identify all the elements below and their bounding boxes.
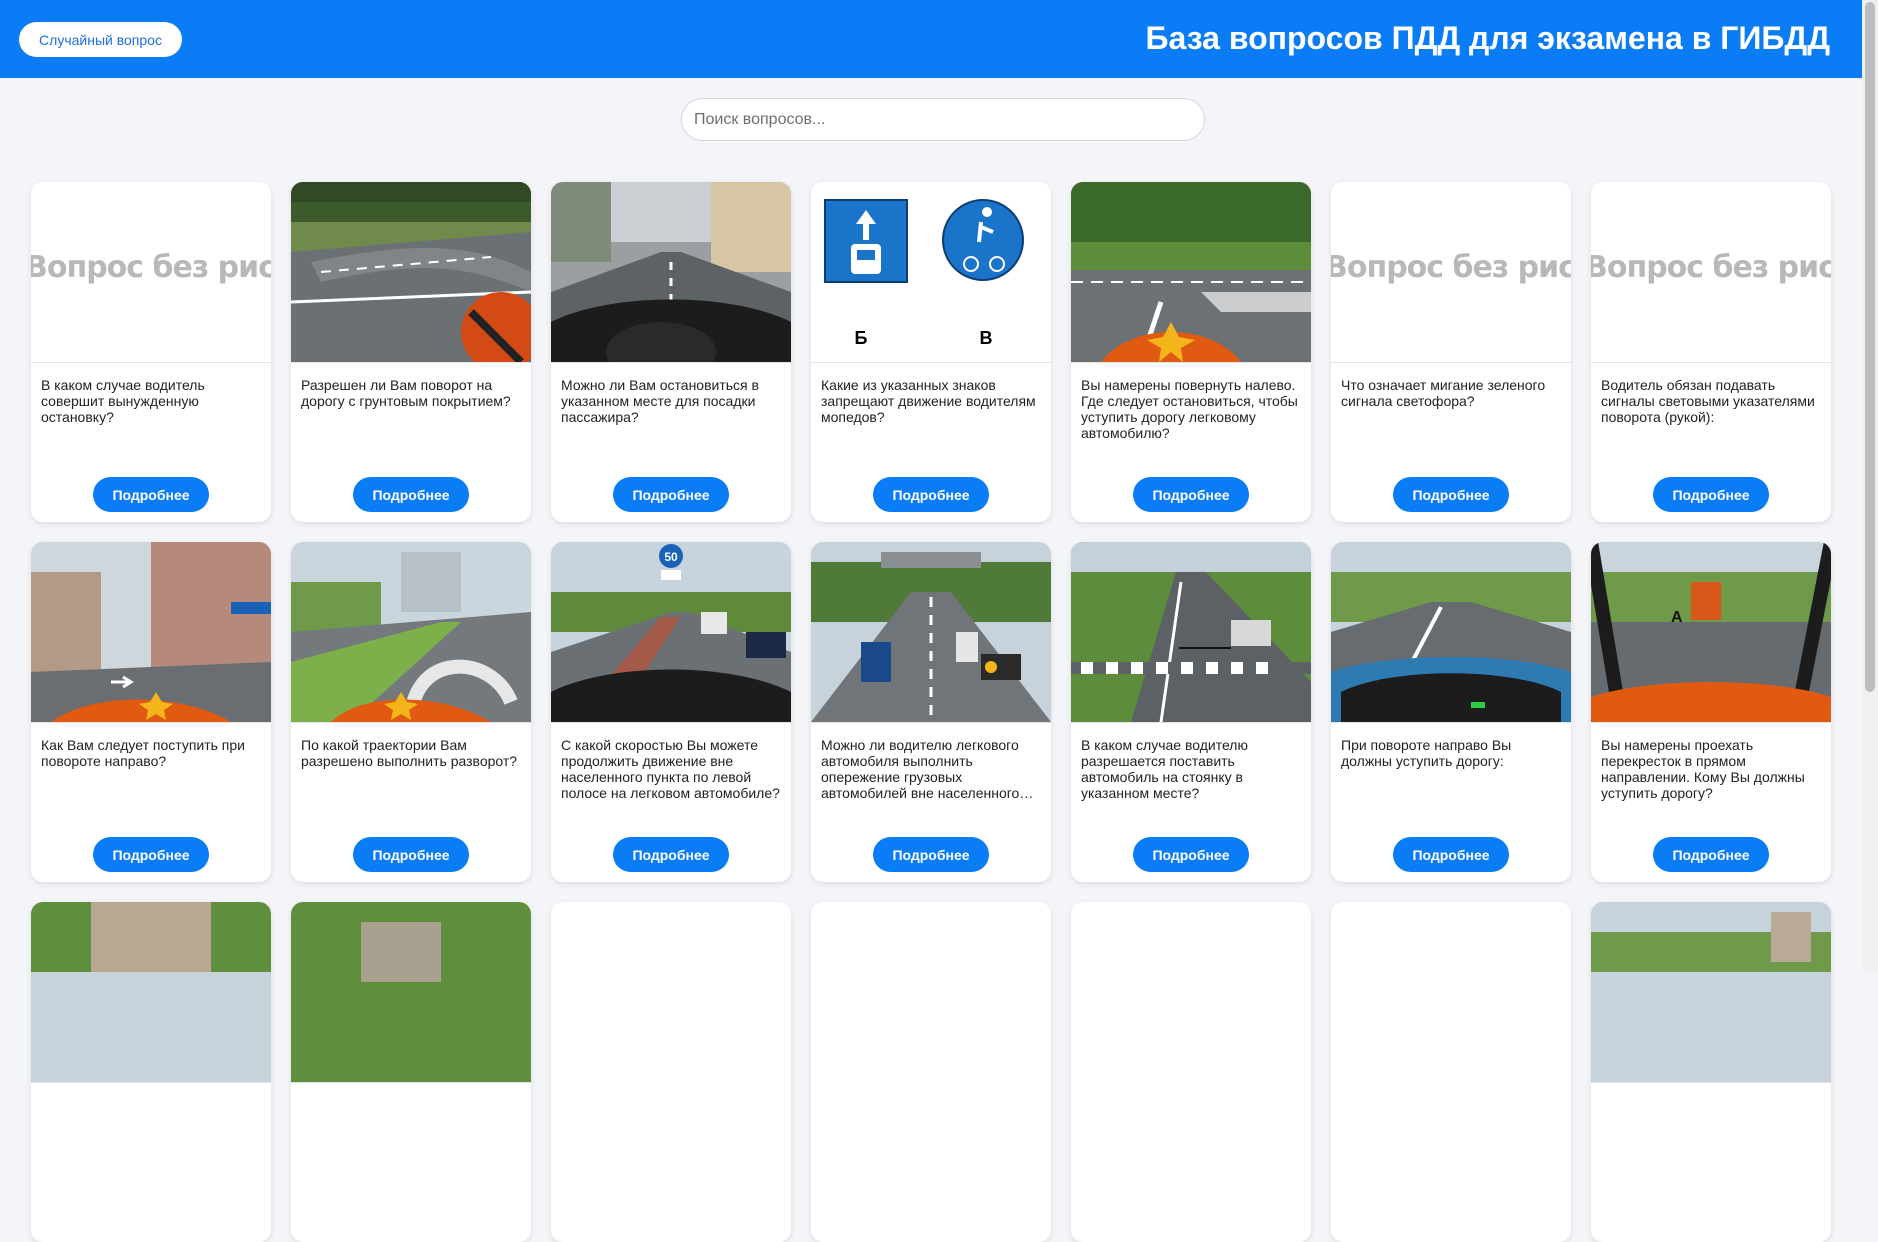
more-button[interactable]: Подробнее [353,837,469,872]
question-text: Разрешен ли Вам поворот на дорогу с грун… [301,377,511,409]
question-card: Б В Какие из указанных знаков запрещают … [811,182,1051,522]
more-button[interactable]: Подробнее [1133,477,1249,512]
question-image: Б В [811,182,1051,363]
more-button[interactable]: Подробнее [1653,477,1769,512]
question-text: Можно ли Вам остановиться в указанном ме… [561,377,759,425]
question-card: А Вы намерены проехать перекресток в пря… [1591,542,1831,882]
question-card: При повороте направо Вы должны уступить … [1331,542,1571,882]
question-text: Как Вам следует поступить при повороте н… [41,737,245,769]
more-button[interactable]: Подробнее [1393,837,1509,872]
question-text: Можно ли водителю легкового автомобиля в… [821,737,1034,801]
question-image [31,542,271,723]
more-button[interactable]: Подробнее [353,477,469,512]
more-button[interactable]: Подробнее [1133,837,1249,872]
question-image [291,902,531,1083]
question-text: Какие из указанных знаков запрещают движ… [821,377,1036,425]
no-image-text: Вопрос без рисунка [1591,250,1831,285]
sign-label-b: Б [855,328,868,348]
random-question-button[interactable]: Случайный вопрос [19,22,182,57]
page-title: База вопросов ПДД для экзамена в ГИБДД [1145,20,1831,56]
question-card [31,902,271,1242]
question-card [1331,902,1571,1242]
question-text: Вы намерены повернуть налево. Где следуе… [1081,377,1298,441]
question-image-placeholder: Вопрос без рисунка [1331,182,1571,363]
more-button[interactable]: Подробнее [873,477,989,512]
question-image: 50 [551,542,791,723]
question-card: Как Вам следует поступить при повороте н… [31,542,271,882]
more-button[interactable]: Подробнее [93,837,209,872]
no-image-text: Вопрос без рисунка [31,250,271,285]
more-button[interactable]: Подробнее [613,477,729,512]
header-bar: Случайный вопрос База вопросов ПДД для э… [0,0,1862,78]
more-button[interactable]: Подробнее [93,477,209,512]
question-card: Можно ли Вам остановиться в указанном ме… [551,182,791,522]
question-card [1071,902,1311,1242]
question-card [1591,902,1831,1242]
question-image [291,542,531,723]
question-text: Что означает мигание зеленого сигнала св… [1341,377,1546,409]
question-image [811,542,1051,723]
question-image: А [1591,542,1831,723]
search-input[interactable] [681,98,1205,141]
sign-label-v: В [980,328,993,348]
scrollbar[interactable] [1862,0,1878,971]
more-button[interactable]: Подробнее [613,837,729,872]
more-button[interactable]: Подробнее [873,837,989,872]
question-card: 50 С какой скоростью Вы можете продолжит… [551,542,791,882]
scrollbar-thumb[interactable] [1865,2,1875,692]
question-card: Вопрос без рисунка В каком случае водите… [31,182,271,522]
question-image [551,182,791,363]
question-image [1591,902,1831,1083]
sign-label-a: А [1671,609,1683,626]
question-text: С какой скоростью Вы можете продолжить д… [561,737,780,801]
question-card: По какой траектории Вам разрешено выполн… [291,542,531,882]
question-text: В каком случае водителю разрешается пост… [1081,737,1248,801]
question-card: Можно ли водителю легкового автомобиля в… [811,542,1051,882]
question-card: Вопрос без рисунка Водитель обязан подав… [1591,182,1831,522]
no-image-text: Вопрос без рисунка [1331,250,1571,285]
question-text: По какой траектории Вам разрешено выполн… [301,737,518,769]
more-button[interactable]: Подробнее [1393,477,1509,512]
speed-sign-label: 50 [664,550,678,564]
question-card: Вопрос без рисунка Что означает мигание … [1331,182,1571,522]
question-image [291,182,531,363]
question-text: Водитель обязан подавать сигналы световы… [1601,377,1815,425]
question-card: Разрешен ли Вам поворот на дорогу с грун… [291,182,531,522]
question-image [1071,542,1311,723]
question-card [551,902,791,1242]
question-card: Вы намерены повернуть налево. Где следуе… [1071,182,1311,522]
question-card [291,902,531,1242]
question-card [811,902,1051,1242]
question-text: При повороте направо Вы должны уступить … [1341,737,1512,769]
question-image [1331,542,1571,723]
question-text: В каком случае водитель совершит вынужде… [41,377,205,425]
question-image-placeholder: Вопрос без рисунка [1591,182,1831,363]
question-image [31,902,271,1083]
question-card: В каком случае водителю разрешается пост… [1071,542,1311,882]
question-text: Вы намерены проехать перекресток в прямо… [1601,737,1805,801]
question-image-placeholder: Вопрос без рисунка [31,182,271,363]
question-image [1071,182,1311,363]
more-button[interactable]: Подробнее [1653,837,1769,872]
